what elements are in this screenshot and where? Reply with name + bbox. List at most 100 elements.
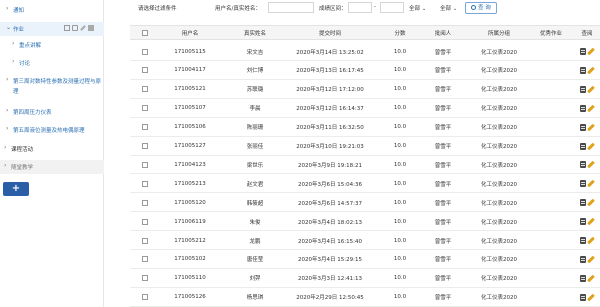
header-group[interactable]: 所属分组	[473, 26, 525, 39]
row-checkbox[interactable]	[142, 67, 148, 74]
cell-score: 10.0	[393, 161, 407, 168]
row-checkbox[interactable]	[142, 48, 148, 55]
header-reviewer[interactable]: 批阅人	[425, 26, 461, 39]
group-select[interactable]: 全部 ⌄	[440, 4, 457, 15]
sidebar-item-classroom[interactable]: › 随堂教学	[0, 160, 104, 174]
sidebar-item-label: 第三周对数特性参数及测量过程与原理	[13, 79, 102, 95]
document-icon[interactable]	[579, 123, 586, 131]
edit-icon[interactable]	[586, 161, 595, 169]
edit-icon[interactable]	[586, 198, 595, 207]
table-row: 171005115 宋文吉 2020年3月14日 13:25:02 10.0 曾雪平 化工…	[130, 43, 600, 61]
cell-excellent	[533, 175, 569, 192]
edit-icon[interactable]	[586, 179, 595, 188]
edit-icon[interactable]	[586, 255, 595, 264]
edit-icon[interactable]	[586, 47, 595, 56]
edit-icon[interactable]	[586, 85, 595, 94]
edit-icon[interactable]	[586, 274, 595, 283]
trash-icon[interactable]	[88, 25, 94, 31]
edit-icon[interactable]	[586, 236, 595, 245]
document-icon[interactable]	[579, 142, 586, 150]
document-icon[interactable]	[579, 199, 586, 207]
sidebar-item-week3[interactable]: › 第三周对数特性参数及测量过程与原理	[0, 76, 104, 100]
score-min-input[interactable]	[348, 2, 372, 13]
add-button[interactable]: +	[3, 182, 29, 196]
document-icon[interactable]	[579, 274, 586, 282]
document-icon[interactable]	[579, 104, 586, 112]
header-excellent[interactable]: 优秀作业	[533, 26, 569, 39]
edit-icon[interactable]	[586, 142, 595, 150]
cell-view	[578, 43, 596, 60]
cell-group: 化工仪表2020	[481, 200, 517, 207]
cell-excellent	[533, 138, 569, 155]
sidebar-item-homework[interactable]: ⌄ 作业	[0, 22, 104, 36]
row-checkbox[interactable]	[142, 105, 148, 112]
row-checkbox[interactable]	[142, 256, 148, 263]
document-icon[interactable]	[579, 237, 586, 244]
cell-reviewer: 曾雪平	[434, 295, 452, 302]
header-score[interactable]: 分数	[385, 26, 415, 39]
document-icon[interactable]	[579, 218, 586, 226]
row-checkbox[interactable]	[142, 199, 148, 206]
edit-icon[interactable]	[586, 123, 595, 131]
edit-icon[interactable]	[80, 25, 86, 31]
row-checkbox[interactable]	[142, 143, 148, 149]
row-checkbox[interactable]	[142, 161, 148, 168]
sidebar-item-course-activity[interactable]: › 课程活动	[0, 144, 104, 155]
document-icon[interactable]	[579, 48, 586, 55]
search-button[interactable]: 查 询	[465, 2, 497, 14]
cell-realname: 韩筱超	[246, 200, 264, 207]
row-checkbox[interactable]	[142, 237, 148, 244]
sidebar-item-week4[interactable]: › 第四周压力仪表	[0, 107, 104, 118]
cell-group: 化工仪表2020	[481, 276, 517, 283]
cell-reviewer: 曾雪平	[434, 200, 452, 207]
row-checkbox[interactable]	[142, 180, 148, 187]
header-realname[interactable]: 真实姓名	[230, 26, 280, 39]
document-icon[interactable]	[579, 85, 586, 93]
select-all-checkbox[interactable]	[142, 29, 148, 36]
edit-icon[interactable]	[586, 293, 595, 302]
document-icon[interactable]	[579, 161, 586, 169]
row-checkbox[interactable]	[142, 124, 148, 131]
document-icon[interactable]	[579, 180, 586, 188]
sidebar-item-key-points[interactable]: › 重点讲解	[0, 40, 104, 51]
row-actions	[579, 104, 595, 113]
header-username[interactable]: 用户名	[165, 26, 215, 39]
chevron-down-icon: ⌄	[6, 24, 12, 31]
edit-icon[interactable]	[586, 66, 595, 75]
row-checkbox[interactable]	[142, 86, 148, 93]
header-submit-time[interactable]: 提交时间	[290, 26, 370, 39]
cell-submit-time: 2020年3月12日 16:14:37	[296, 106, 364, 113]
row-checkbox[interactable]	[142, 218, 148, 225]
row-checkbox-cell	[140, 194, 150, 211]
chevron-right-icon: ›	[6, 125, 9, 132]
document-icon[interactable]	[579, 255, 586, 263]
cell-score: 10.0	[393, 256, 407, 263]
row-checkbox-cell	[140, 62, 150, 79]
cell-reviewer: 曾雪平	[434, 106, 452, 113]
row-checkbox[interactable]	[142, 275, 148, 282]
sidebar-item-week5[interactable]: › 第五周液位测量及热电偶原理	[0, 125, 104, 136]
row-checkbox[interactable]	[142, 294, 148, 301]
grid-icon[interactable]	[64, 25, 70, 31]
cell-score: 10.0	[393, 86, 407, 93]
copy-icon[interactable]	[72, 25, 78, 31]
document-icon[interactable]	[579, 293, 586, 301]
status-select[interactable]: 全部 ⌄	[409, 4, 426, 15]
document-icon[interactable]	[579, 66, 586, 74]
row-actions	[579, 198, 595, 207]
cell-submit-time: 2020年3月4日 16:15:40	[298, 238, 362, 245]
cell-realname: 梁世乐	[246, 162, 264, 169]
sidebar-item-notice[interactable]: › 通知	[0, 5, 104, 16]
edit-icon[interactable]	[586, 217, 595, 226]
cell-view	[578, 194, 596, 211]
score-max-input[interactable]	[380, 2, 404, 13]
row-actions	[579, 161, 595, 169]
cell-excellent	[533, 156, 569, 173]
row-checkbox-cell	[140, 175, 150, 192]
edit-icon[interactable]	[586, 104, 595, 113]
range-dash: -	[374, 4, 376, 10]
user-search-input[interactable]	[268, 2, 314, 13]
sidebar-item-discussion[interactable]: › 讨论	[0, 58, 104, 69]
cell-score: 10.0	[393, 237, 407, 244]
group-select-value: 全部	[440, 6, 452, 12]
